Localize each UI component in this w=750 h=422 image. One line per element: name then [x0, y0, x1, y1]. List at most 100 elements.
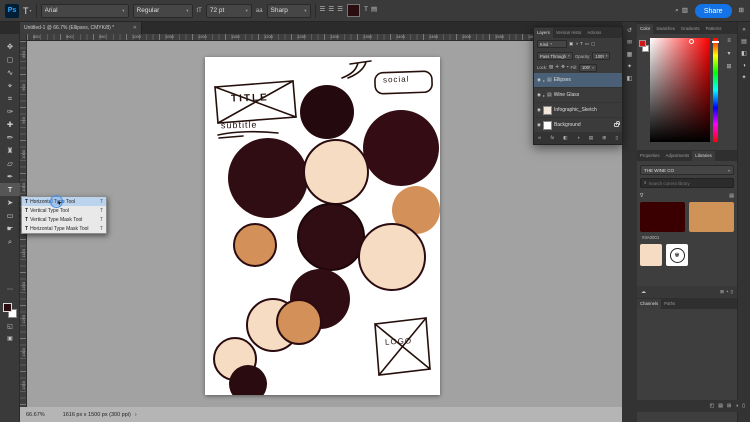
filter-adjustment-icon[interactable]: ◑ — [575, 42, 578, 47]
library-select[interactable]: THE WINE CO — [640, 165, 734, 175]
tab-libraries[interactable]: Libraries — [692, 151, 714, 161]
edit-toolbar-icon[interactable]: ⋯ — [0, 286, 20, 293]
document-tab[interactable]: Untitled-1 @ 66.7% (Ellipses, CMYK/8) * … — [20, 22, 142, 34]
close-tab-icon[interactable]: ✕ — [133, 25, 137, 31]
shapes-dock-icon[interactable]: ✦ — [741, 75, 746, 81]
healing-brush-tool[interactable]: ✚ — [0, 118, 20, 131]
lock-transparency-icon[interactable]: ▨ — [549, 65, 553, 70]
align-right-icon[interactable]: ☰ — [337, 7, 343, 14]
comments-panel-icon[interactable]: ✉ — [627, 40, 632, 46]
lasso-tool[interactable]: ∿ — [0, 66, 20, 79]
anti-alias-select[interactable]: Sharp — [267, 4, 311, 18]
align-left-icon[interactable]: ☰ — [320, 7, 326, 14]
tab-properties[interactable]: Properties — [637, 151, 663, 161]
layer-row-background[interactable]: ◉Background — [534, 118, 622, 133]
text-color-swatch[interactable] — [347, 4, 360, 17]
zoom-tool[interactable]: ⌕ — [0, 235, 20, 248]
tool-preset-button[interactable]: T▾ — [23, 6, 32, 16]
eraser-tool[interactable]: ▱ — [0, 157, 20, 170]
navigator-panel-icon[interactable]: ✦ — [627, 64, 632, 70]
pen-tool[interactable]: ✒ — [0, 170, 20, 183]
zoom-level[interactable]: 66.67% — [26, 412, 45, 418]
clone-stamp-tool[interactable]: ♜ — [0, 144, 20, 157]
visibility-eye-icon[interactable]: ◉ — [537, 92, 541, 98]
layer-row-infographic-sketch[interactable]: ◉Infographic_Sketch — [534, 103, 622, 118]
filter-shape-icon[interactable]: ▭ — [585, 42, 589, 47]
saturation-brightness-field[interactable] — [650, 38, 710, 142]
library-search-input[interactable] — [649, 181, 727, 186]
tab-layers[interactable]: Layers — [534, 28, 553, 38]
layer-effects-icon[interactable]: fx — [551, 136, 555, 141]
blend-mode-select[interactable]: Pass Through — [537, 52, 573, 60]
filter-smartobject-icon[interactable]: ▢ — [591, 42, 595, 47]
collapse-panels-icon[interactable]: « — [742, 27, 745, 33]
gradients-dock-icon[interactable]: ◧ — [741, 51, 747, 57]
tab-channels[interactable]: Channels — [637, 299, 661, 309]
font-family-select[interactable]: Arial — [41, 4, 129, 18]
link-layers-icon[interactable]: ∞ — [538, 136, 541, 141]
share-button[interactable]: Share — [695, 4, 732, 18]
filter-type-icon[interactable]: T — [580, 42, 583, 47]
tab-color[interactable]: Color — [637, 24, 653, 34]
library-view-icon[interactable]: ⊞ — [720, 290, 724, 295]
new-group-icon[interactable]: ▤ — [589, 136, 593, 141]
eyedropper-tool[interactable]: ✑ — [0, 105, 20, 118]
library-add-icon[interactable]: + — [726, 290, 729, 295]
lock-paint-icon[interactable]: ✛ — [555, 65, 559, 70]
opacity-select[interactable]: 100% — [592, 52, 610, 60]
visibility-eye-icon[interactable]: ◉ — [537, 107, 541, 113]
tab-patterns[interactable]: Patterns — [703, 24, 725, 34]
brush-tool[interactable]: ✏ — [0, 131, 20, 144]
tab-adjustments[interactable]: Adjustments — [663, 151, 693, 161]
swatches-dock-icon[interactable]: ▤ — [741, 39, 747, 45]
adjustment-layer-icon[interactable]: ◑ — [577, 136, 580, 141]
lock-position-icon[interactable]: ✥ — [561, 65, 565, 70]
flyout-horizontal-type-mask-tool[interactable]: THorizontal Type Mask ToolT — [22, 224, 106, 233]
color-model-icon[interactable]: ▾ — [727, 51, 730, 57]
tab-paths[interactable]: Paths — [661, 299, 678, 309]
flyout-vertical-type-mask-tool[interactable]: TVertical Type Mask ToolT — [22, 215, 106, 224]
tab-gradients[interactable]: Gradients — [678, 24, 703, 34]
status-chevron-icon[interactable]: › — [135, 412, 137, 418]
type-tool[interactable]: T — [0, 183, 20, 196]
lock-all-icon[interactable]: ▪ — [567, 65, 569, 70]
quick-mask-icon[interactable]: ◱ — [0, 323, 20, 330]
visibility-eye-icon[interactable]: ◉ — [537, 122, 541, 128]
dock-adjustment-icon[interactable]: ◑ — [735, 404, 738, 409]
crop-tool[interactable]: ⌗ — [0, 92, 20, 105]
library-view-toggle-icon[interactable]: ▤ — [729, 194, 734, 199]
tab-swatches[interactable]: Swatches — [653, 24, 678, 34]
font-size-select[interactable]: 72 pt — [206, 4, 252, 18]
hand-tool[interactable]: ☛ — [0, 222, 20, 235]
rectangle-tool[interactable]: ▭ — [0, 209, 20, 222]
layer-filter-select[interactable]: Kind — [537, 40, 567, 48]
char-para-panels-icon[interactable]: ▤ — [371, 7, 377, 14]
layer-row-wine-glass[interactable]: ◉▸▤Wine Glass — [534, 88, 622, 103]
library-logo-thumbnail[interactable]: ✾ — [666, 244, 688, 266]
filter-pixel-icon[interactable]: ▣ — [569, 42, 573, 47]
flyout-vertical-type-tool[interactable]: TVertical Type ToolT — [22, 206, 106, 215]
move-tool[interactable]: ✥ — [0, 40, 20, 53]
visibility-eye-icon[interactable]: ◉ — [537, 77, 541, 83]
arrange-documents-icon[interactable]: ⊞ — [739, 8, 744, 15]
color-panel-menu-icon[interactable]: ≡ — [727, 38, 731, 44]
path-selection-tool[interactable]: ➤ — [0, 196, 20, 209]
library-delete-icon[interactable]: ▯ — [731, 290, 733, 295]
expand-caret-icon[interactable]: ▸ — [543, 78, 545, 83]
library-swatch-tan[interactable] — [689, 202, 734, 232]
screen-mode-icon[interactable]: ▣ — [0, 335, 20, 342]
color-add-icon[interactable]: ⊞ — [726, 64, 731, 70]
marquee-tool[interactable]: ◻ — [0, 53, 20, 66]
color-picker-marker[interactable] — [689, 39, 694, 44]
artboard[interactable]: TITLE subtitle social LOGO — [205, 57, 440, 395]
warp-text-icon[interactable]: T — [364, 7, 368, 14]
layer-row-ellipses[interactable]: ◉▸▤Ellipses — [534, 73, 622, 88]
library-swatch-cream[interactable] — [640, 244, 662, 266]
info-panel-icon[interactable]: ◧ — [627, 76, 633, 82]
dock-delete-icon[interactable]: ▯ — [742, 404, 745, 409]
hue-slider[interactable] — [713, 38, 718, 142]
color-foreground-swatch[interactable] — [639, 40, 646, 47]
foreground-color-swatch[interactable] — [3, 303, 12, 312]
hue-slider-marker[interactable] — [712, 41, 719, 43]
foreground-background-swatches[interactable] — [0, 302, 20, 320]
